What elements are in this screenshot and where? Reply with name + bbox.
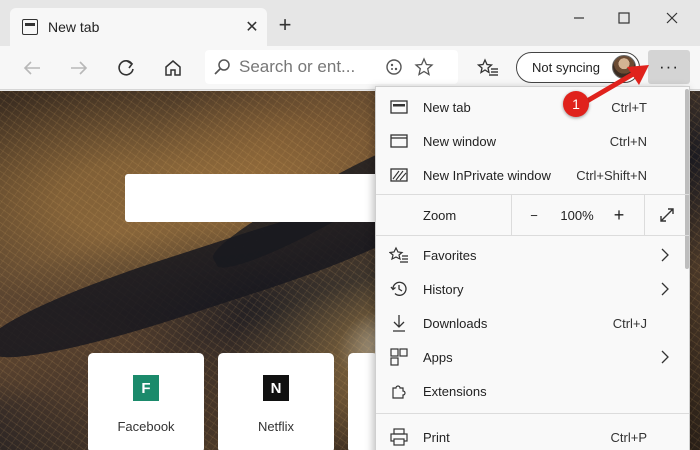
new-tab-button[interactable]: + <box>273 14 297 38</box>
menu-item-shortcut: Ctrl+Shift+N <box>576 167 647 183</box>
refresh-icon <box>118 60 134 76</box>
menu-item-apps[interactable]: Apps <box>376 340 689 374</box>
history-icon <box>389 279 409 299</box>
home-button[interactable] <box>157 52 189 84</box>
menu-item-new-window[interactable]: New window Ctrl+N <box>376 124 689 158</box>
settings-and-more-button[interactable]: ··· <box>648 50 690 84</box>
menu-item-label: New InPrivate window <box>423 167 551 183</box>
minimize-icon <box>574 17 584 19</box>
chevron-right-icon <box>661 282 669 296</box>
maximize-icon <box>618 12 630 24</box>
menu-item-label: History <box>423 281 464 297</box>
menu-item-label: Print <box>423 429 450 445</box>
forward-button[interactable] <box>63 52 95 84</box>
tab-strip: New tab ✕ + <box>0 0 700 46</box>
back-button[interactable] <box>16 52 48 84</box>
menu-divider <box>376 235 689 236</box>
search-input[interactable] <box>239 57 379 77</box>
facebook-logo-icon: F <box>133 375 159 401</box>
quick-link-partial[interactable] <box>348 353 378 450</box>
menu-item-new-inprivate-window[interactable]: New InPrivate window Ctrl+Shift+N <box>376 158 689 192</box>
close-window-button[interactable] <box>649 6 695 30</box>
menu-item-downloads[interactable]: Downloads Ctrl+J <box>376 306 689 340</box>
callout-badge: 1 <box>563 91 589 117</box>
quick-link-netflix[interactable]: N Netflix <box>218 353 334 450</box>
netflix-logo-icon: N <box>263 375 289 401</box>
apps-icon <box>389 347 409 367</box>
callout-arrow-icon <box>584 65 649 104</box>
extensions-puzzle-icon <box>389 381 409 401</box>
zoom-out-button[interactable]: − <box>511 195 556 235</box>
menu-item-history[interactable]: History <box>376 272 689 306</box>
menu-item-label: Extensions <box>423 383 487 399</box>
favorites-button[interactable] <box>472 52 504 84</box>
window-icon <box>389 131 409 151</box>
refresh-button[interactable] <box>110 52 142 84</box>
menu-item-print[interactable]: Print Ctrl+P <box>376 420 689 450</box>
fullscreen-icon <box>659 208 674 222</box>
menu-item-shortcut: Ctrl+N <box>609 133 647 149</box>
home-icon <box>165 60 181 76</box>
zoom-row: Zoom − 100% + <box>376 195 689 235</box>
quick-link-facebook[interactable]: F Facebook <box>88 353 204 450</box>
zoom-level: 100% <box>560 207 594 223</box>
zoom-label: Zoom <box>423 207 457 223</box>
inprivate-icon <box>389 165 409 185</box>
settings-menu: New tab Ctrl+T New window Ctrl+N New InP… <box>375 86 690 450</box>
search-icon <box>205 58 239 76</box>
fullscreen-button[interactable] <box>644 195 688 235</box>
browser-window: New tab ✕ + Search or ent... Not syncing… <box>0 0 700 450</box>
menu-item-shortcut: Ctrl+J <box>612 315 647 331</box>
print-icon <box>389 427 409 447</box>
tile-label: Netflix <box>257 419 295 434</box>
menu-item-label: Downloads <box>423 315 488 331</box>
tab-close-button[interactable]: ✕ <box>237 17 267 37</box>
tab-page-icon <box>22 19 38 35</box>
minimize-button[interactable] <box>556 6 602 30</box>
new-tab-icon <box>389 97 409 117</box>
forward-arrow-icon <box>71 61 88 75</box>
tab-new-tab[interactable]: New tab ✕ <box>10 8 267 46</box>
address-bar[interactable] <box>205 50 458 84</box>
menu-item-label: New window <box>423 133 496 149</box>
favorites-icon <box>389 245 409 265</box>
menu-item-favorites[interactable]: Favorites <box>376 238 689 272</box>
menu-item-shortcut: Ctrl+P <box>610 429 647 445</box>
chevron-right-icon <box>661 248 669 262</box>
menu-item-label: Apps <box>423 349 453 365</box>
tile-label: Facebook <box>117 419 175 434</box>
menu-item-label: Favorites <box>423 247 477 263</box>
add-favorite-star-icon[interactable] <box>409 57 439 77</box>
tracking-prevention-icon[interactable] <box>379 57 409 77</box>
tab-title: New tab <box>48 19 100 35</box>
downloads-icon <box>389 313 409 333</box>
back-arrow-icon <box>23 61 40 75</box>
chevron-right-icon <box>661 350 669 364</box>
page-search-box[interactable] <box>125 174 387 222</box>
menu-item-extensions[interactable]: Extensions <box>376 374 689 408</box>
menu-divider <box>376 413 689 414</box>
close-icon <box>666 12 678 24</box>
maximize-button[interactable] <box>601 6 647 30</box>
favorites-list-icon <box>477 58 498 76</box>
zoom-in-button[interactable]: + <box>598 195 640 235</box>
